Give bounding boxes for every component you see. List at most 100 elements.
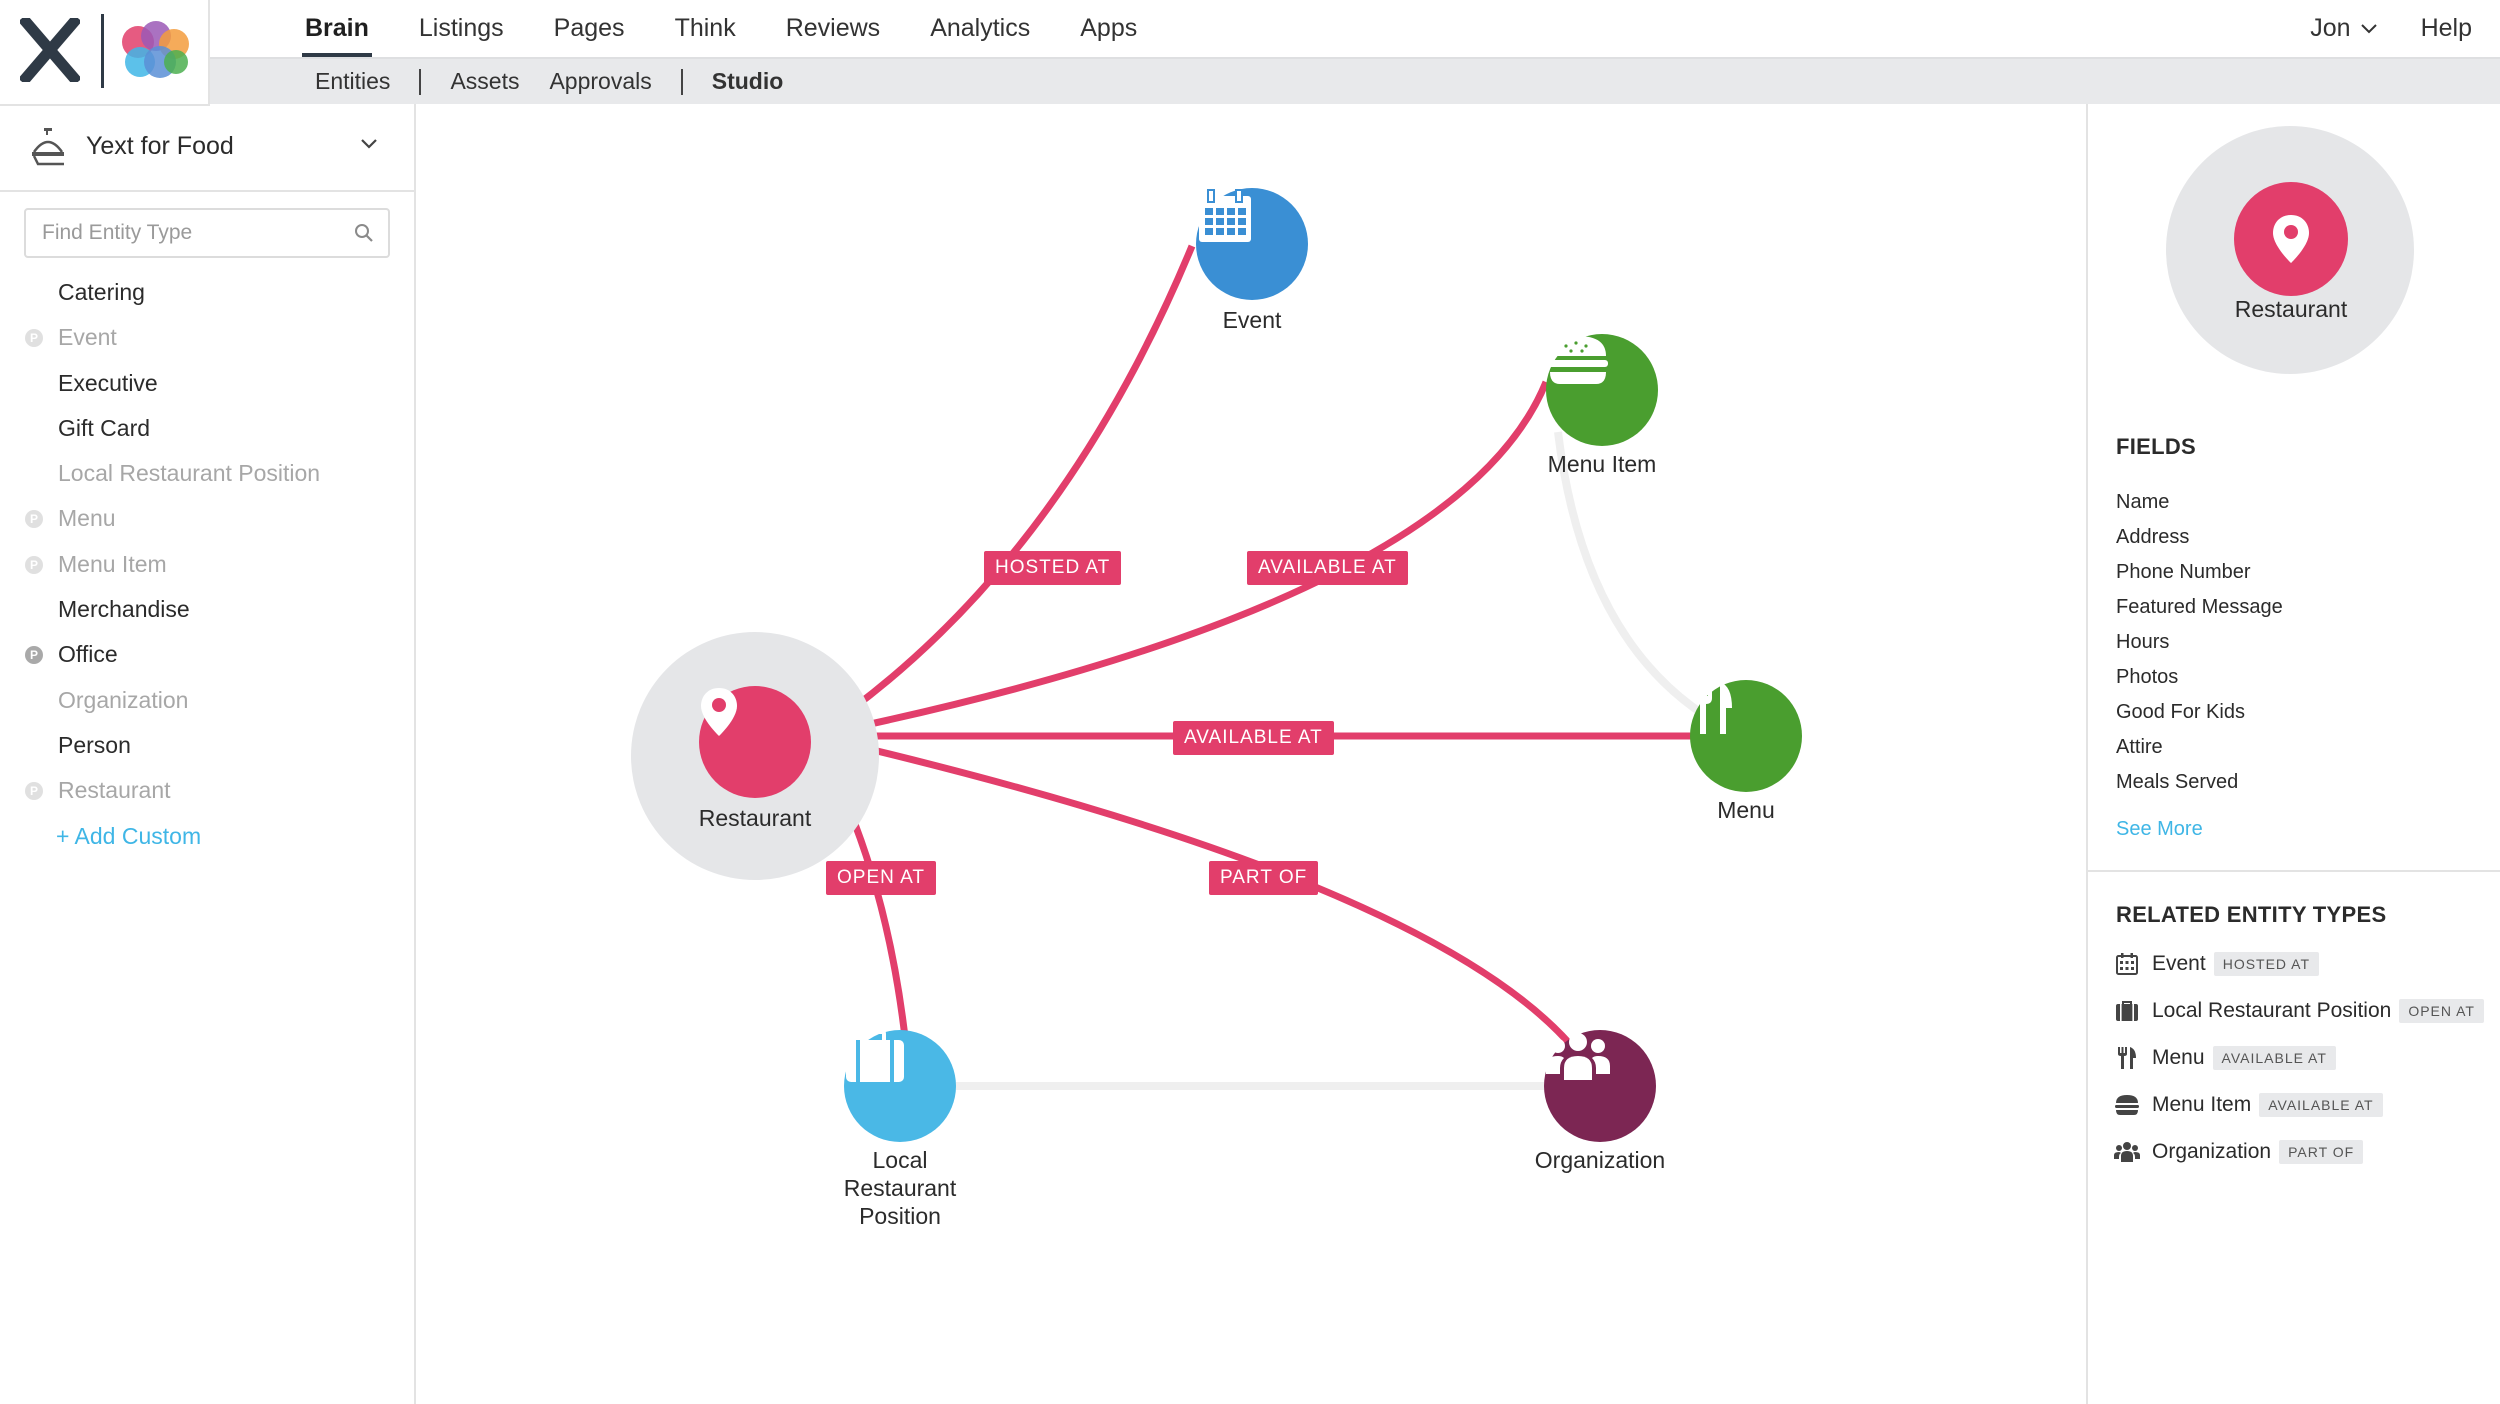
subtab-studio[interactable]: Studio bbox=[697, 68, 799, 95]
fork-knife-icon bbox=[2114, 1045, 2140, 1071]
entity-type-item[interactable]: P Event bbox=[0, 315, 414, 360]
briefcase-icon bbox=[2114, 998, 2140, 1024]
search-input[interactable] bbox=[40, 210, 344, 256]
subnav-divider bbox=[680, 68, 683, 95]
node-label: Menu bbox=[1717, 797, 1775, 823]
account-name: Yext for Food bbox=[86, 132, 234, 160]
graph-edge-available-at-menu-item bbox=[813, 380, 1550, 740]
related-entity-label: Menu bbox=[2152, 1045, 2205, 1069]
edge-label-available-at[interactable]: AVAILABLE AT bbox=[1173, 721, 1334, 755]
graph-node-local-restaurant-position[interactable]: Local Restaurant Position bbox=[844, 1030, 956, 1229]
entity-type-item[interactable]: Catering bbox=[0, 270, 414, 315]
group-icon bbox=[2114, 1139, 2140, 1165]
p-badge-icon: P bbox=[25, 555, 43, 574]
entity-type-item[interactable]: Organization bbox=[0, 678, 414, 723]
fields-list: Name Address Phone Number Featured Message H… bbox=[2116, 485, 2283, 800]
graph-node-restaurant[interactable]: Restaurant bbox=[631, 632, 879, 880]
relation-badge: HOSTED AT bbox=[2213, 951, 2320, 976]
p-badge-icon: P bbox=[25, 782, 43, 801]
logo[interactable] bbox=[0, 0, 210, 106]
node-label: Organization bbox=[1534, 1147, 1666, 1173]
entity-type-item[interactable]: Local Restaurant Position bbox=[0, 451, 414, 496]
calendar-icon bbox=[2114, 951, 2140, 977]
tab-apps[interactable]: Apps bbox=[1055, 0, 1162, 57]
logo-divider bbox=[101, 14, 104, 88]
brain-logo-icon bbox=[122, 21, 189, 78]
edge-label-hosted-at[interactable]: HOSTED AT bbox=[984, 551, 1122, 585]
entity-type-item[interactable]: P Menu bbox=[0, 496, 414, 541]
subtab-assets[interactable]: Assets bbox=[435, 68, 534, 95]
graph-node-organization[interactable]: Organization bbox=[1535, 1030, 1665, 1173]
field-item: Hours bbox=[2116, 631, 2170, 653]
subnav-divider bbox=[419, 68, 422, 95]
graph-node-menu[interactable]: Menu bbox=[1690, 680, 1802, 823]
map-pin-icon bbox=[701, 688, 737, 736]
entity-type-item[interactable]: P Restaurant bbox=[0, 768, 414, 813]
tab-listings[interactable]: Listings bbox=[394, 0, 529, 57]
sidebar: Yext for Food Catering P Event Executive Gif… bbox=[0, 104, 416, 1404]
user-menu[interactable]: Jon bbox=[2310, 14, 2377, 43]
graph-node-menu-item[interactable]: Menu Item bbox=[1546, 334, 1658, 477]
food-tray-icon bbox=[32, 128, 64, 166]
related-entity-row[interactable]: Event HOSTED AT bbox=[2114, 940, 2484, 987]
event-node-circle bbox=[1196, 188, 1308, 300]
related-entity-row[interactable]: Local Restaurant Position OPEN AT bbox=[2114, 987, 2484, 1034]
p-badge-icon: P bbox=[25, 329, 43, 348]
related-entity-label: Event bbox=[2152, 951, 2206, 975]
subtab-approvals[interactable]: Approvals bbox=[534, 68, 666, 95]
see-more-link[interactable]: See More bbox=[2116, 818, 2203, 841]
related-entity-label: Organization bbox=[2152, 1139, 2272, 1163]
calendar-icon bbox=[1199, 189, 1251, 242]
top-nav: Brain Listings Pages Think Reviews Analy… bbox=[0, 0, 2500, 57]
briefcase-icon bbox=[846, 1030, 904, 1082]
entity-type-label: Event bbox=[58, 324, 117, 351]
organization-node-circle bbox=[1544, 1030, 1656, 1142]
field-item: Featured Message bbox=[2116, 596, 2283, 618]
tab-reviews[interactable]: Reviews bbox=[761, 0, 905, 57]
entity-type-item[interactable]: Executive bbox=[0, 361, 414, 406]
panel-divider bbox=[2088, 870, 2500, 872]
map-pin-icon bbox=[2273, 215, 2309, 263]
fields-title: FIELDS bbox=[2116, 434, 2197, 459]
entity-type-item[interactable]: Merchandise bbox=[0, 587, 414, 632]
subtab-entities[interactable]: Entities bbox=[300, 68, 405, 95]
node-label-text: Local Restaurant Position bbox=[843, 1147, 957, 1229]
entity-type-item[interactable]: P Menu Item bbox=[0, 542, 414, 587]
entity-type-label: Person bbox=[58, 731, 131, 758]
account-selector[interactable]: Yext for Food bbox=[0, 104, 414, 192]
entity-graph[interactable]: HOSTED AT AVAILABLE AT AVAILABLE AT OPEN… bbox=[416, 104, 2086, 1404]
add-custom-link[interactable]: + Add Custom bbox=[0, 814, 414, 859]
fork-knife-icon bbox=[1694, 682, 1732, 734]
tab-brain[interactable]: Brain bbox=[280, 0, 394, 57]
edge-label-available-at[interactable]: AVAILABLE AT bbox=[1247, 551, 1408, 585]
tab-think[interactable]: Think bbox=[650, 0, 761, 57]
entity-type-label: Menu bbox=[58, 505, 116, 532]
edge-label-part-of[interactable]: PART OF bbox=[1209, 861, 1319, 895]
group-icon bbox=[1546, 1033, 1610, 1080]
menu-node-circle bbox=[1690, 680, 1802, 792]
tab-analytics[interactable]: Analytics bbox=[905, 0, 1055, 57]
tab-pages[interactable]: Pages bbox=[529, 0, 650, 57]
entity-type-label: Executive bbox=[58, 369, 158, 396]
related-entity-row[interactable]: Menu AVAILABLE AT bbox=[2114, 1034, 2484, 1081]
relation-badge: AVAILABLE AT bbox=[2212, 1045, 2336, 1070]
chevron-down-icon bbox=[2360, 23, 2377, 33]
chevron-down-icon bbox=[361, 139, 377, 149]
field-item: Address bbox=[2116, 526, 2190, 548]
relation-badge: OPEN AT bbox=[2399, 998, 2484, 1023]
entity-type-list: Catering P Event Executive Gift Card Local Re… bbox=[0, 270, 414, 859]
menu-item-node-circle bbox=[1546, 334, 1658, 446]
field-item: Good For Kids bbox=[2116, 701, 2245, 723]
related-entity-row[interactable]: Menu Item AVAILABLE AT bbox=[2114, 1081, 2484, 1128]
entity-type-item[interactable]: Gift Card bbox=[0, 406, 414, 451]
field-item: Meals Served bbox=[2116, 771, 2239, 793]
related-title: RELATED ENTITY TYPES bbox=[2116, 902, 2387, 927]
relation-badge: AVAILABLE AT bbox=[2259, 1092, 2383, 1117]
node-label: Local Restaurant Position bbox=[770, 1146, 1030, 1230]
help-link[interactable]: Help bbox=[2421, 14, 2472, 43]
related-entity-row[interactable]: Organization PART OF bbox=[2114, 1128, 2484, 1175]
graph-node-event[interactable]: Event bbox=[1196, 188, 1308, 333]
p-badge-icon: P bbox=[25, 510, 43, 529]
entity-type-item[interactable]: Person bbox=[0, 723, 414, 768]
entity-type-item[interactable]: P Office bbox=[0, 632, 414, 677]
